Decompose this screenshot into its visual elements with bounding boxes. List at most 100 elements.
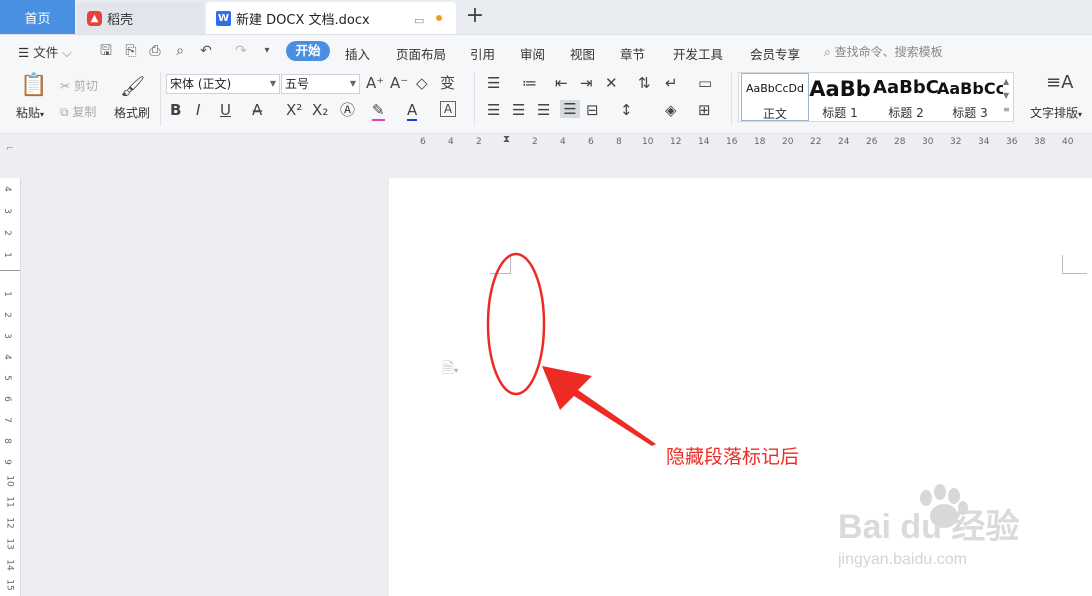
distributed-align-icon[interactable]: ⊟ xyxy=(586,101,599,119)
align-right-icon[interactable]: ☰ xyxy=(537,101,550,119)
align-left-icon[interactable]: ☰ xyxy=(487,101,500,119)
hamburger-icon: ☰ xyxy=(18,45,30,60)
file-menu-label: 文件 xyxy=(33,45,59,60)
italic-button[interactable]: I xyxy=(196,101,200,119)
indent-marker-icon[interactable]: ⧗ xyxy=(503,135,510,145)
paste-label: 粘贴 xyxy=(16,106,41,120)
strikethrough-icon[interactable]: A̶ xyxy=(252,101,262,119)
paste-button[interactable]: 粘贴▾ xyxy=(16,104,44,121)
style-heading-3[interactable]: AaBbCc 标题 3 xyxy=(937,73,1003,121)
format-painter-icon[interactable]: 🖌 xyxy=(120,74,145,98)
redo-icon[interactable]: ↷ xyxy=(232,42,250,60)
paste-icon[interactable]: 📋 xyxy=(20,74,47,98)
ruler-tick: 34 xyxy=(978,137,990,147)
menu-tab-home[interactable]: 开始 xyxy=(286,41,330,61)
style-normal[interactable]: AaBbCcDd 正文 xyxy=(741,73,809,121)
daoke-logo-icon: ▲ xyxy=(87,10,102,26)
menu-tab-page-layout[interactable]: 页面布局 xyxy=(396,44,446,63)
borders-icon[interactable]: ⊞ xyxy=(698,101,711,119)
chinese-layout-icon[interactable]: ✕ xyxy=(605,74,618,92)
ruler-tick: 4 xyxy=(1,354,12,360)
save-icon[interactable]: 🖫 xyxy=(97,42,115,60)
numbered-list-icon[interactable]: ≔ xyxy=(522,74,537,92)
watermark-url: jingyan.baidu.com xyxy=(838,551,967,568)
new-tab-button[interactable]: + xyxy=(462,4,488,30)
phonetic-guide-icon[interactable]: 变 xyxy=(440,74,455,92)
vertical-ruler[interactable] xyxy=(0,178,21,596)
print-icon[interactable]: ⎙ xyxy=(146,42,164,60)
style-heading-2-label: 标题 2 xyxy=(888,106,924,120)
quick-access-more-icon[interactable]: ▾ xyxy=(258,42,276,60)
font-color-button[interactable]: A xyxy=(407,101,418,121)
increase-indent-icon[interactable]: ⇥ xyxy=(580,74,593,92)
menu-tab-insert[interactable]: 插入 xyxy=(345,44,370,63)
monitor-icon[interactable]: ▭ xyxy=(414,14,424,27)
ruler-tick: 5 xyxy=(1,375,12,381)
style-gallery-scroll[interactable]: ▲ ▼ ≡ xyxy=(1003,75,1010,117)
command-search-placeholder: 查找命令、搜索模板 xyxy=(834,45,943,59)
chevron-down-icon: ▼ xyxy=(269,79,276,88)
justify-icon[interactable]: ☰ xyxy=(560,100,580,118)
text-effect-icon[interactable]: Ⓐ xyxy=(340,101,355,119)
copy-icon: ⧉ xyxy=(60,105,73,119)
subscript-button[interactable]: X₂ xyxy=(312,101,328,119)
paragraph-options-icon[interactable]: 🗎▾ xyxy=(442,358,458,383)
ruler-tick: 32 xyxy=(950,137,962,147)
align-center-icon[interactable]: ☰ xyxy=(512,101,525,119)
ruler-margin-divider xyxy=(0,270,20,271)
line-spacing-icon[interactable]: ↕ xyxy=(620,101,633,119)
print-preview-icon[interactable]: ⌕ xyxy=(171,42,189,60)
tab-home[interactable]: 首页 xyxy=(0,0,75,34)
tab-daoke[interactable]: ▲ 稻壳 xyxy=(77,2,204,34)
style-heading-2[interactable]: AaBbC 标题 2 xyxy=(873,73,939,121)
style-heading-3-label: 标题 3 xyxy=(952,106,988,120)
search-icon: ⌕ xyxy=(824,45,831,59)
text-layout-label: 文字排版 xyxy=(1030,106,1079,120)
ruler-tick: 8 xyxy=(1,438,12,444)
decrease-indent-icon[interactable]: ⇤ xyxy=(555,74,568,92)
menu-tab-chapter[interactable]: 章节 xyxy=(620,44,645,63)
ruler-tick: 6 xyxy=(1,396,12,402)
annotation-overlay xyxy=(486,252,656,446)
ruler-corner-icon[interactable]: ⌐ xyxy=(6,144,14,154)
bold-button[interactable]: B xyxy=(170,101,181,119)
export-pdf-icon[interactable]: ⎘ xyxy=(122,42,140,60)
ruler-tick: 1 xyxy=(1,291,12,297)
clear-format-icon[interactable]: ◇ xyxy=(416,74,428,92)
text-layout-icon[interactable]: ≡A xyxy=(1046,74,1073,92)
ruler-tick: 12 xyxy=(4,517,15,529)
command-search[interactable]: ⌕ 查找命令、搜索模板 xyxy=(824,43,943,60)
menu-tab-developer[interactable]: 开发工具 xyxy=(673,44,723,63)
underline-button[interactable]: U xyxy=(220,101,231,119)
highlight-icon[interactable]: ✎ xyxy=(372,101,385,121)
superscript-button[interactable]: X² xyxy=(286,101,302,119)
copy-button[interactable]: ⧉ 复制 xyxy=(60,103,96,120)
style-heading-1[interactable]: AaBb 标题 1 xyxy=(807,73,873,121)
bullet-list-icon[interactable]: ☰ xyxy=(487,74,500,92)
undo-icon[interactable]: ↶ xyxy=(197,42,215,60)
ruler-tick: 10 xyxy=(642,137,654,147)
shading-icon[interactable]: ◈ xyxy=(665,101,677,119)
menu-tab-view[interactable]: 视图 xyxy=(570,44,595,63)
decrease-font-icon[interactable]: A⁻ xyxy=(390,74,408,92)
paragraph-mark-icon[interactable]: ↵ xyxy=(665,74,678,92)
watermark-brand: Bai du 经验 xyxy=(838,507,1019,546)
increase-font-icon[interactable]: A⁺ xyxy=(366,74,384,92)
cut-button[interactable]: ✂ 剪切 xyxy=(60,77,98,94)
chevron-down-icon: ⌵ xyxy=(62,45,72,60)
menu-tab-references[interactable]: 引用 xyxy=(470,44,495,63)
file-menu[interactable]: ☰ 文件 ⌵ xyxy=(18,42,72,61)
tab-document[interactable]: W 新建 DOCX 文档.docx ▭ xyxy=(206,2,456,34)
format-painter-button[interactable]: 格式刷 xyxy=(114,104,150,121)
font-name-select[interactable]: 宋体 (正文) ▼ xyxy=(166,74,280,94)
font-size-value: 五号 xyxy=(285,77,310,91)
scissors-icon: ✂ xyxy=(60,79,74,93)
sort-icon[interactable]: ⇅ xyxy=(638,74,651,92)
text-layout-button[interactable]: 文字排版▾ xyxy=(1030,104,1082,121)
table-ruler-icon[interactable]: ▭ xyxy=(698,74,712,92)
font-size-select[interactable]: 五号 ▼ xyxy=(281,74,360,94)
char-border-button[interactable]: A xyxy=(440,101,456,117)
menu-tab-review[interactable]: 审阅 xyxy=(520,44,545,63)
ruler-tick: 18 xyxy=(754,137,766,147)
menu-tab-member[interactable]: 会员专享 xyxy=(750,44,800,63)
